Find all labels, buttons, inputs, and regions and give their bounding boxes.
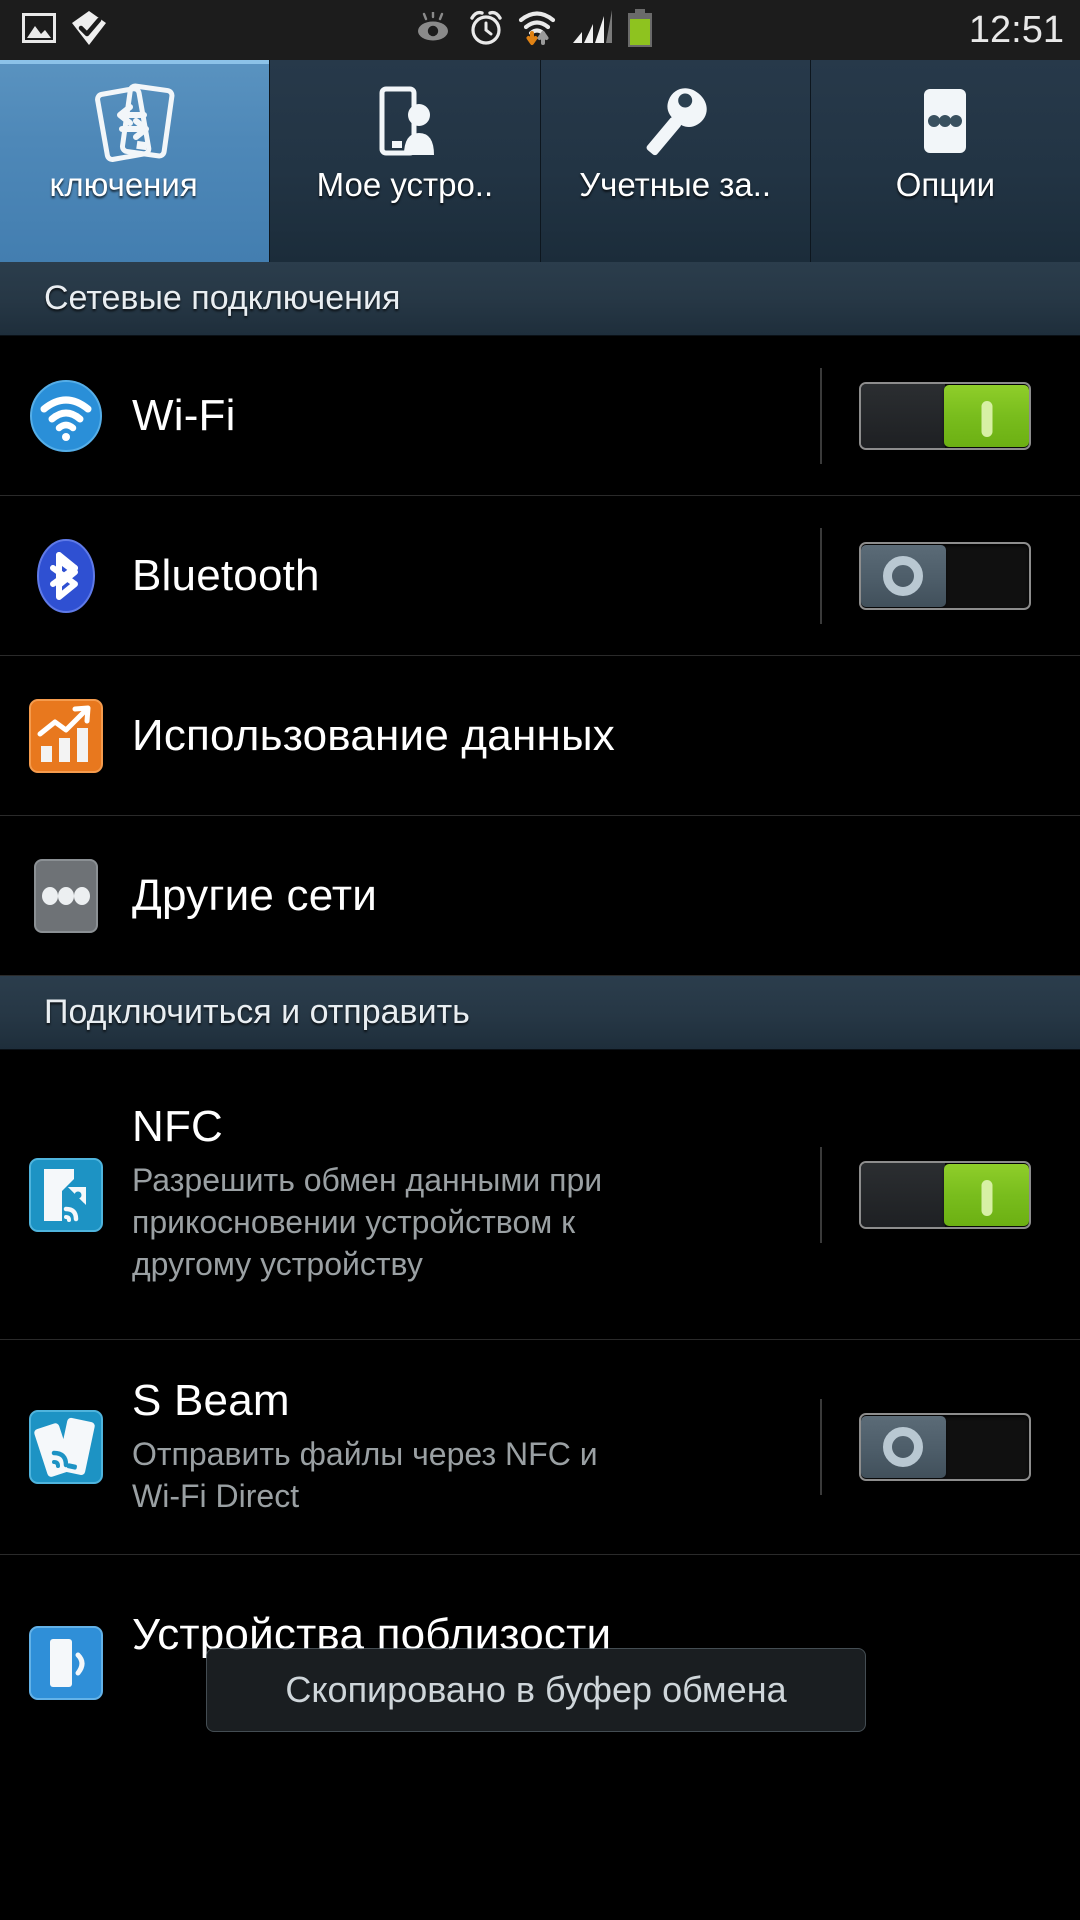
tab-connections-label: ключения [49,166,198,203]
tab-accounts-label: Учетные за.. [579,166,772,203]
nfc-toggle[interactable] [859,1160,1031,1229]
tab-accounts[interactable]: Учетные за.. [540,60,811,262]
more-options-icon [902,80,988,164]
list-item-data-usage[interactable]: Использование данных [0,656,1080,816]
more-networks-icon [0,858,132,934]
bluetooth-icon [0,537,132,615]
list-item-tail [810,1413,1080,1481]
list-item-bluetooth[interactable]: Bluetooth [0,496,1080,656]
list-item-body: Wi-Fi [132,392,810,440]
section-header-connect-and-share: Подключиться и отправить [0,976,1080,1050]
data-usage-icon [0,698,132,774]
list-item-nfc[interactable]: NFC Разрешить обмен данными при прикосно… [0,1050,1080,1340]
signal-bars-icon [571,9,613,51]
toast-notification: Скопировано в буфер обмена [206,1648,866,1732]
list-item-body: NFC Разрешить обмен данными при прикосно… [132,1103,810,1285]
check-badge-icon [70,9,108,52]
toast-message: Скопировано в буфер обмена [285,1669,787,1710]
list-item-title: NFC [132,1102,224,1152]
smart-stay-eye-icon [416,10,454,49]
list-item-other-networks[interactable]: Другие сети [0,816,1080,976]
list-item-title: Использование данных [132,710,615,760]
section-title: Сетевые подключения [44,279,401,317]
alarm-clock-icon [467,9,505,52]
settings-list[interactable]: Сетевые подключения Wi-Fi Bluetooth Испо… [0,262,1080,1715]
s-beam-toggle[interactable] [859,1413,1031,1481]
list-item-body: S Beam Отправить файлы через NFC и Wi-Fi… [132,1377,810,1517]
battery-icon [626,8,654,52]
list-item-body: Использование данных [132,712,1080,760]
wifi-icon [0,379,132,453]
nfc-icon [0,1157,132,1233]
tab-my-device-label: Мое устро.. [316,166,494,203]
status-bar-left-icons [22,9,108,52]
list-item-body: Другие сети [132,872,1080,920]
tab-options[interactable]: Опции [810,60,1080,262]
list-item-tail [810,381,1080,450]
wifi-data-transfer-icon [518,9,558,52]
list-item-title: S Beam [132,1376,290,1425]
tab-connections[interactable]: ключения [0,60,271,262]
list-item-tail [810,541,1080,610]
list-item-subtitle: Отправить файлы через NFC и Wi-Fi Direct [132,1435,598,1514]
list-item-wifi[interactable]: Wi-Fi [0,336,1080,496]
status-bar-clock: 12:51 [968,8,1064,51]
accounts-key-icon [632,80,718,164]
s-beam-icon [0,1409,132,1485]
status-bar[interactable]: 12:51 [0,0,1080,60]
bluetooth-toggle[interactable] [859,541,1031,610]
connections-icon [92,80,178,164]
wifi-toggle[interactable] [859,381,1031,450]
list-item-title: Bluetooth [132,550,320,600]
section-header-network: Сетевые подключения [0,262,1080,336]
gallery-image-icon [22,12,56,48]
nearby-devices-icon [0,1569,132,1701]
tab-bar[interactable]: ключения Мое устро.. Учетные за.. Опции [0,60,1080,262]
list-item-title: Другие сети [132,870,378,920]
list-item-subtitle: Разрешить обмен данными при прикосновени… [132,1161,603,1283]
status-bar-right-icons [416,8,654,52]
my-device-icon [362,80,448,164]
list-item-body: Bluetooth [132,552,810,600]
tab-my-device[interactable]: Мое устро.. [270,60,541,262]
list-item-title: Wi-Fi [132,390,236,440]
list-item-tail [810,1160,1080,1229]
tab-options-label: Опции [895,166,996,203]
section-title: Подключиться и отправить [44,993,470,1031]
list-item-s-beam[interactable]: S Beam Отправить файлы через NFC и Wi-Fi… [0,1340,1080,1555]
